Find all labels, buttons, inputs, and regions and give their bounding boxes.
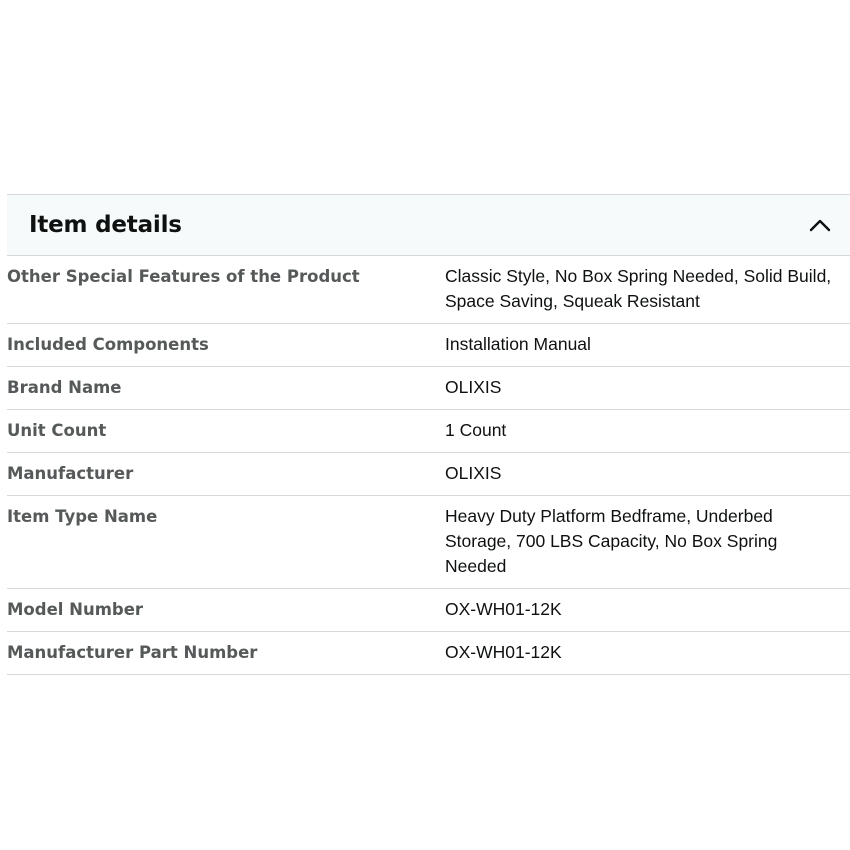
row-label: Other Special Features of the Product [7, 267, 360, 286]
table-row: Included Components Installation Manual [7, 324, 850, 367]
table-row: Item Type Name Heavy Duty Platform Bedfr… [7, 496, 850, 589]
chevron-up-icon[interactable] [808, 213, 832, 237]
row-value: Heavy Duty Platform Bedframe, Underbed S… [445, 506, 778, 576]
row-label: Included Components [7, 335, 209, 354]
row-label: Unit Count [7, 421, 107, 440]
row-label: Manufacturer Part Number [7, 643, 258, 662]
row-label: Item Type Name [7, 507, 158, 526]
table-row: Brand Name OLIXIS [7, 367, 850, 410]
table-row: Manufacturer OLIXIS [7, 453, 850, 496]
item-details-panel: Item details Other Special Features of t… [7, 194, 850, 675]
row-value: 1 Count [445, 420, 507, 440]
row-value: OLIXIS [445, 463, 502, 483]
row-value: Classic Style, No Box Spring Needed, Sol… [445, 266, 832, 311]
table-row: Manufacturer Part Number OX-WH01-12K [7, 632, 850, 675]
item-details-header[interactable]: Item details [7, 194, 850, 256]
row-label: Model Number [7, 600, 144, 619]
table-row: Unit Count 1 Count [7, 410, 850, 453]
table-row: Other Special Features of the Product Cl… [7, 256, 850, 324]
row-value: Installation Manual [445, 334, 591, 354]
section-title: Item details [29, 212, 182, 238]
table-row: Model Number OX-WH01-12K [7, 589, 850, 632]
row-label: Manufacturer [7, 464, 134, 483]
row-value: OLIXIS [445, 377, 502, 397]
details-table: Other Special Features of the Product Cl… [7, 256, 850, 675]
row-label: Brand Name [7, 378, 122, 397]
row-value: OX-WH01-12K [445, 642, 562, 662]
row-value: OX-WH01-12K [445, 599, 562, 619]
